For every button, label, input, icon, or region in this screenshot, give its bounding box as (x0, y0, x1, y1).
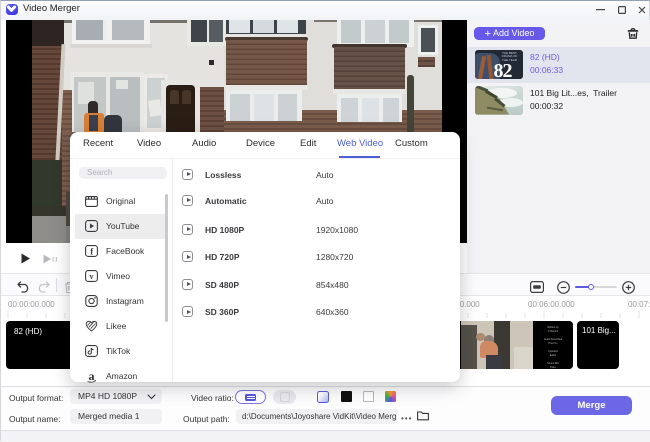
svg-text:v: v (90, 272, 94, 281)
svg-text:f: f (90, 246, 94, 256)
svg-text:a: a (89, 370, 95, 383)
